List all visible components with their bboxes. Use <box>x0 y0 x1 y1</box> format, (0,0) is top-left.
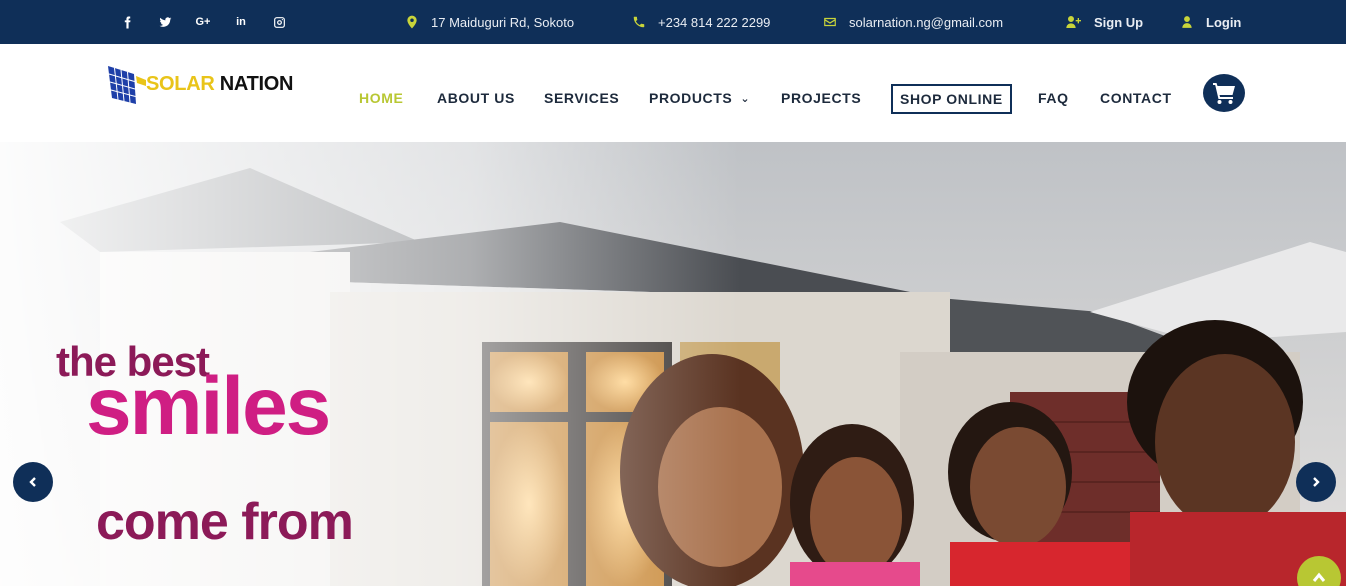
address-text: 17 Maiduguri Rd, Sokoto <box>431 14 575 30</box>
top-bar: G+ in 17 Maiduguri Rd, Sokoto +234 814 2… <box>0 0 1346 44</box>
nav-about[interactable]: ABOUT US <box>437 90 515 106</box>
nav-products[interactable]: PRODUCTS ⌄ <box>649 90 750 106</box>
phone-info[interactable]: +234 814 222 2299 <box>632 0 770 44</box>
slider-next-button[interactable] <box>1296 462 1336 502</box>
hero-line-2: smiles <box>86 361 331 452</box>
main-nav: HOME ABOUT US SERVICES PRODUCTS ⌄ PROJECT… <box>0 44 1346 152</box>
google-plus-icon[interactable]: G+ <box>184 0 222 44</box>
nav-products-label: PRODUCTS <box>649 90 733 106</box>
shop-online-button[interactable]: SHOP ONLINE <box>891 84 1012 114</box>
chevron-up-icon <box>1312 572 1326 582</box>
map-marker-icon <box>407 15 417 29</box>
phone-text: +234 814 222 2299 <box>658 14 771 30</box>
nav-faq[interactable]: FAQ <box>1038 90 1069 106</box>
login-label: Login <box>1206 14 1242 30</box>
address-info: 17 Maiduguri Rd, Sokoto <box>405 0 574 44</box>
chevron-left-icon <box>29 477 36 487</box>
shopping-cart-icon <box>1213 83 1235 104</box>
slider-prev-button[interactable] <box>13 462 53 502</box>
nav-services[interactable]: SERVICES <box>544 90 619 106</box>
nav-home[interactable]: HOME <box>359 90 403 106</box>
signup-link[interactable]: Sign Up <box>1064 0 1143 44</box>
facebook-icon[interactable] <box>108 0 146 44</box>
hero-slider: the best smiles come from <box>0 142 1346 586</box>
site-header: SOLAR NATION HOME ABOUT US SERVICES PROD… <box>0 44 1346 142</box>
social-links: G+ in <box>108 0 298 44</box>
instagram-icon[interactable] <box>260 0 298 44</box>
phone-icon <box>633 16 645 28</box>
nav-projects[interactable]: PROJECTS <box>781 90 861 106</box>
email-text: solarnation.ng@gmail.com <box>849 14 1004 30</box>
user-icon <box>1182 16 1192 28</box>
chevron-down-icon: ⌄ <box>740 93 751 105</box>
linkedin-icon[interactable]: in <box>222 0 260 44</box>
login-link[interactable]: Login <box>1180 0 1241 44</box>
twitter-icon[interactable] <box>146 0 184 44</box>
signup-label: Sign Up <box>1094 14 1144 30</box>
user-plus-icon <box>1066 16 1081 28</box>
hero-line-3: come from <box>96 493 354 551</box>
nav-contact[interactable]: CONTACT <box>1100 90 1172 106</box>
chevron-right-icon <box>1313 477 1320 487</box>
email-info[interactable]: solarnation.ng@gmail.com <box>823 0 1003 44</box>
envelope-icon <box>824 17 836 27</box>
cart-button[interactable] <box>1203 74 1245 112</box>
